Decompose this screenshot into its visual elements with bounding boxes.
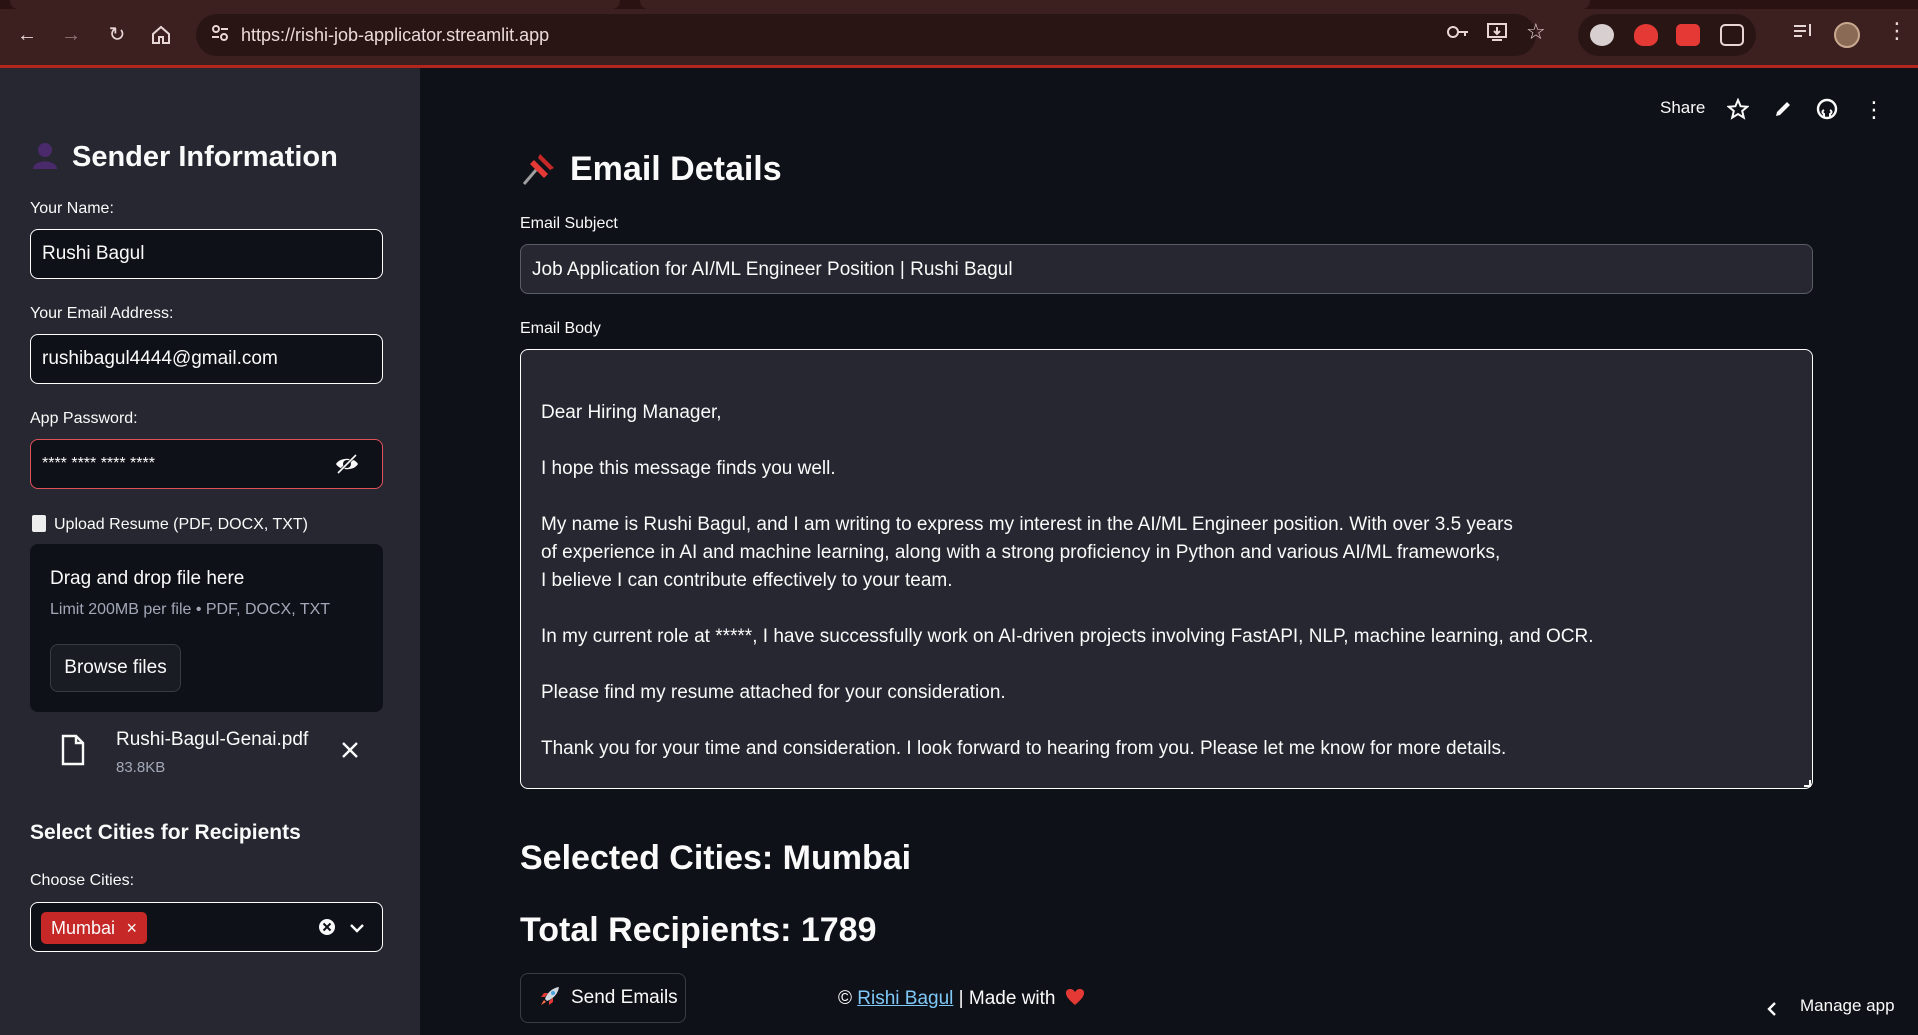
subject-input[interactable]: Job Application for AI/ML Engineer Posit… (520, 244, 1813, 294)
extension-youtube-icon[interactable] (1676, 24, 1700, 46)
cities-multiselect[interactable]: Mumbai × (30, 902, 383, 952)
password-key-icon[interactable] (1446, 22, 1470, 47)
tab-strip (0, 0, 1918, 9)
browser-tab[interactable] (640, 0, 1590, 9)
name-label: Your Name: (30, 200, 114, 217)
dropzone-limit: Limit 200MB per file • PDF, DOCX, TXT (50, 601, 331, 618)
extension-red-icon[interactable] (1634, 24, 1658, 46)
body-line: Dear Hiring Manager, (541, 402, 722, 423)
upload-label: Upload Resume (PDF, DOCX, TXT) (32, 515, 308, 534)
browser-menu-icon[interactable]: ⋮ (1886, 18, 1908, 44)
back-icon[interactable]: ← (12, 20, 42, 50)
browser-toolbar: ← → ↻ https://rishi-job-applicator.strea… (0, 0, 1918, 68)
email-input-value: rushibagul4444@gmail.com (42, 348, 278, 369)
name-input-value: Rushi Bagul (42, 243, 145, 264)
dropzone-instructions: Drag and drop file here (50, 568, 245, 589)
file-name: Rushi-Bagul-Genai.pdf (116, 729, 309, 750)
edit-pencil-icon[interactable] (1773, 99, 1793, 124)
selected-cities-heading: Selected Cities: Mumbai (520, 839, 912, 877)
extensions-puzzle-icon[interactable] (1720, 24, 1744, 46)
bookmark-star-icon[interactable]: ☆ (1526, 19, 1546, 45)
subject-input-value: Job Application for AI/ML Engineer Posit… (532, 259, 1013, 280)
body-line: My name is Rushi Bagul, and I am writing… (541, 514, 1513, 535)
upload-label-text: Upload Resume (PDF, DOCX, TXT) (54, 516, 308, 533)
email-body-textarea[interactable]: Dear Hiring Manager, I hope this message… (520, 349, 1813, 789)
total-recipients-heading: Total Recipients: 1789 (520, 911, 877, 949)
footer-prefix: © (838, 988, 852, 1009)
name-input[interactable]: Rushi Bagul (30, 229, 383, 279)
password-input-value: **** **** **** **** (42, 455, 155, 472)
clear-all-icon[interactable] (318, 918, 336, 941)
page-title-text: Email Details (570, 150, 782, 188)
browse-files-button[interactable]: Browse files (50, 644, 181, 692)
browser-tab[interactable] (10, 0, 620, 9)
media-control-icon[interactable] (1792, 22, 1814, 45)
install-app-icon[interactable] (1486, 22, 1508, 47)
home-icon[interactable] (146, 20, 176, 50)
body-line: Thank you for your time and consideratio… (541, 738, 1507, 759)
address-bar[interactable]: https://rishi-job-applicator.streamlit.a… (196, 14, 1536, 56)
site-settings-icon[interactable] (208, 23, 232, 47)
reload-icon[interactable]: ↻ (102, 20, 132, 50)
extensions-group (1578, 14, 1756, 56)
body-label: Email Body (520, 320, 601, 337)
rocket-icon (539, 978, 561, 1005)
footer: © Rishi Bagul | Made with (838, 988, 1085, 1010)
forward-icon[interactable]: → (56, 20, 86, 50)
email-label: Your Email Address: (30, 305, 174, 322)
url-text[interactable]: https://rishi-job-applicator.streamlit.a… (241, 25, 549, 46)
body-line: I hope this message finds you well. (541, 458, 836, 479)
password-label: App Password: (30, 410, 138, 427)
remove-city-icon[interactable]: × (127, 912, 138, 944)
manage-app-button[interactable]: Manage app (1800, 996, 1895, 1016)
pushpin-icon (520, 148, 560, 186)
file-icon (60, 734, 86, 771)
password-input[interactable]: **** **** **** **** (30, 439, 383, 489)
author-link[interactable]: Rishi Bagul (857, 988, 953, 1009)
github-icon[interactable] (1816, 98, 1838, 125)
footer-suffix: | Made with (958, 988, 1056, 1009)
hide-password-icon[interactable] (334, 453, 360, 475)
file-dropzone[interactable]: Drag and drop file here Limit 200MB per … (30, 544, 383, 712)
sidebar-title-text: Sender Information (72, 141, 338, 173)
cities-label: Choose Cities: (30, 872, 135, 889)
send-emails-button[interactable]: Send Emails (520, 973, 686, 1023)
body-line: I believe I can contribute effectively t… (541, 570, 953, 591)
profile-avatar[interactable] (1834, 22, 1860, 48)
remove-file-icon[interactable] (341, 741, 359, 764)
page-title: Email Details (520, 148, 782, 189)
city-tag: Mumbai × (41, 912, 148, 944)
share-button[interactable]: Share (1660, 98, 1705, 118)
file-size: 83.8KB (116, 759, 166, 776)
chevron-down-icon[interactable] (349, 921, 365, 939)
subject-label: Email Subject (520, 215, 618, 232)
sidebar-title: Sender Information (30, 140, 338, 174)
star-icon[interactable] (1726, 97, 1750, 125)
send-emails-label: Send Emails (571, 987, 678, 1008)
heart-icon (1065, 988, 1085, 1006)
city-tag-label: Mumbai (51, 918, 116, 938)
app-menu-icon[interactable]: ⋮ (1863, 97, 1885, 123)
body-line: In my current role at *****, I have succ… (541, 626, 1594, 647)
body-line: of experience in AI and machine learning… (541, 542, 1501, 563)
email-input[interactable]: rushibagul4444@gmail.com (30, 334, 383, 384)
extension-incognito-icon[interactable] (1590, 24, 1614, 46)
body-line: Please find my resume attached for your … (541, 682, 1006, 703)
resize-handle-icon[interactable] (1804, 780, 1811, 787)
cities-heading: Select Cities for Recipients (30, 821, 301, 844)
chevron-left-icon[interactable] (1766, 1001, 1778, 1022)
document-icon (32, 515, 46, 532)
person-silhouette-icon (30, 140, 60, 170)
